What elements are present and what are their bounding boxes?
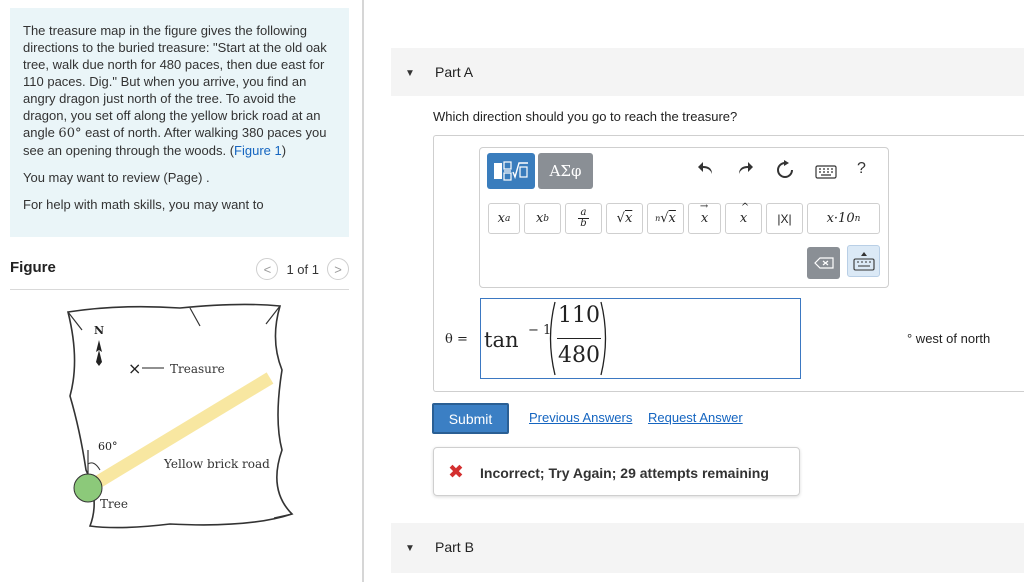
part-a-label: Part A xyxy=(435,64,474,80)
problem-statement: The treasure map in the figure gives the… xyxy=(10,8,349,237)
feedback-box: ✖ Incorrect; Try Again; 29 attempts rema… xyxy=(433,447,800,496)
collapse-triangle-icon: ▼ xyxy=(405,543,415,554)
tan-function: tan xyxy=(484,328,519,352)
reset-icon[interactable] xyxy=(775,160,795,185)
superscript-button[interactable]: xa xyxy=(488,203,520,234)
next-figure-button[interactable]: > xyxy=(327,258,349,280)
parchment-outline xyxy=(67,303,294,529)
vector-button[interactable]: x → xyxy=(688,201,721,234)
request-answer-link[interactable]: Request Answer xyxy=(648,410,743,425)
undo-icon[interactable] xyxy=(697,160,715,183)
figure-title: Figure xyxy=(10,259,56,276)
nth-root-button[interactable]: n √ x xyxy=(647,203,684,234)
fraction-numerator: 110 xyxy=(558,303,600,328)
subscript-button[interactable]: xb xyxy=(524,203,561,234)
treasure-label: Treasure xyxy=(170,362,225,376)
absolute-value-button[interactable]: |X| xyxy=(766,203,803,234)
help-text: For help with math skills, you may want … xyxy=(23,197,264,212)
prev-figure-button[interactable]: < xyxy=(256,258,279,280)
incorrect-icon: ✖ xyxy=(448,462,464,483)
submit-button[interactable]: Submit xyxy=(432,403,509,434)
figure-pager: < 1 of 1 > xyxy=(256,258,349,280)
review-text: You may want to review (Page) . xyxy=(23,170,210,185)
collapse-triangle-icon: ▼ xyxy=(405,68,415,79)
left-panel: The treasure map in the figure gives the… xyxy=(0,0,364,582)
delete-key-button[interactable] xyxy=(807,247,840,279)
show-keyboard-button[interactable] xyxy=(847,245,880,277)
tree-label: Tree xyxy=(100,497,128,511)
treasure-mark-icon: × xyxy=(128,359,141,378)
question-text: Which direction should you go to reach t… xyxy=(433,109,738,124)
right-paren xyxy=(600,301,607,376)
variable-label: θ = xyxy=(445,332,468,347)
figure-link[interactable]: Figure 1 xyxy=(234,143,282,158)
part-b-header[interactable]: ▼ Part B xyxy=(391,523,1024,573)
part-b-label: Part B xyxy=(435,539,474,555)
greek-symbols-button[interactable]: ΑΣφ xyxy=(538,153,593,189)
previous-answers-link[interactable]: Previous Answers xyxy=(529,410,632,425)
fraction-button[interactable]: ab xyxy=(565,203,602,234)
tree-icon xyxy=(73,473,103,503)
keyboard-icon[interactable] xyxy=(815,164,837,184)
part-a-header[interactable]: ▼ Part A xyxy=(391,48,1024,96)
templates-button[interactable] xyxy=(487,153,535,189)
feedback-message: Incorrect; Try Again; 29 attempts remain… xyxy=(480,465,769,481)
answer-input[interactable] xyxy=(480,298,801,379)
problem-paragraph: The treasure map in the figure gives the… xyxy=(23,23,327,158)
figure-header: Figure < 1 of 1 > xyxy=(10,256,349,290)
angle-label: 60° xyxy=(98,440,118,453)
angle-value: 60° xyxy=(58,126,82,141)
scientific-notation-button[interactable]: x·10 n xyxy=(807,203,880,234)
fraction-denominator: 480 xyxy=(558,343,600,368)
templates-icon xyxy=(494,161,528,181)
pager-text: 1 of 1 xyxy=(286,261,319,277)
sqrt-button[interactable]: √ x xyxy=(606,203,643,234)
redo-icon[interactable] xyxy=(736,160,754,183)
units-label: ° west of north xyxy=(907,331,991,346)
fraction-bar xyxy=(557,338,601,339)
treasure-map: N × Treasure 60° Yellow brick road Tree xyxy=(67,303,294,529)
road-label: Yellow brick road xyxy=(163,457,270,471)
keyboard-toggle-icon xyxy=(852,252,875,271)
backspace-icon xyxy=(813,257,834,269)
north-label: N xyxy=(94,324,104,337)
help-button[interactable]: ? xyxy=(857,160,866,178)
unit-vector-button[interactable]: x ^ xyxy=(725,202,762,234)
